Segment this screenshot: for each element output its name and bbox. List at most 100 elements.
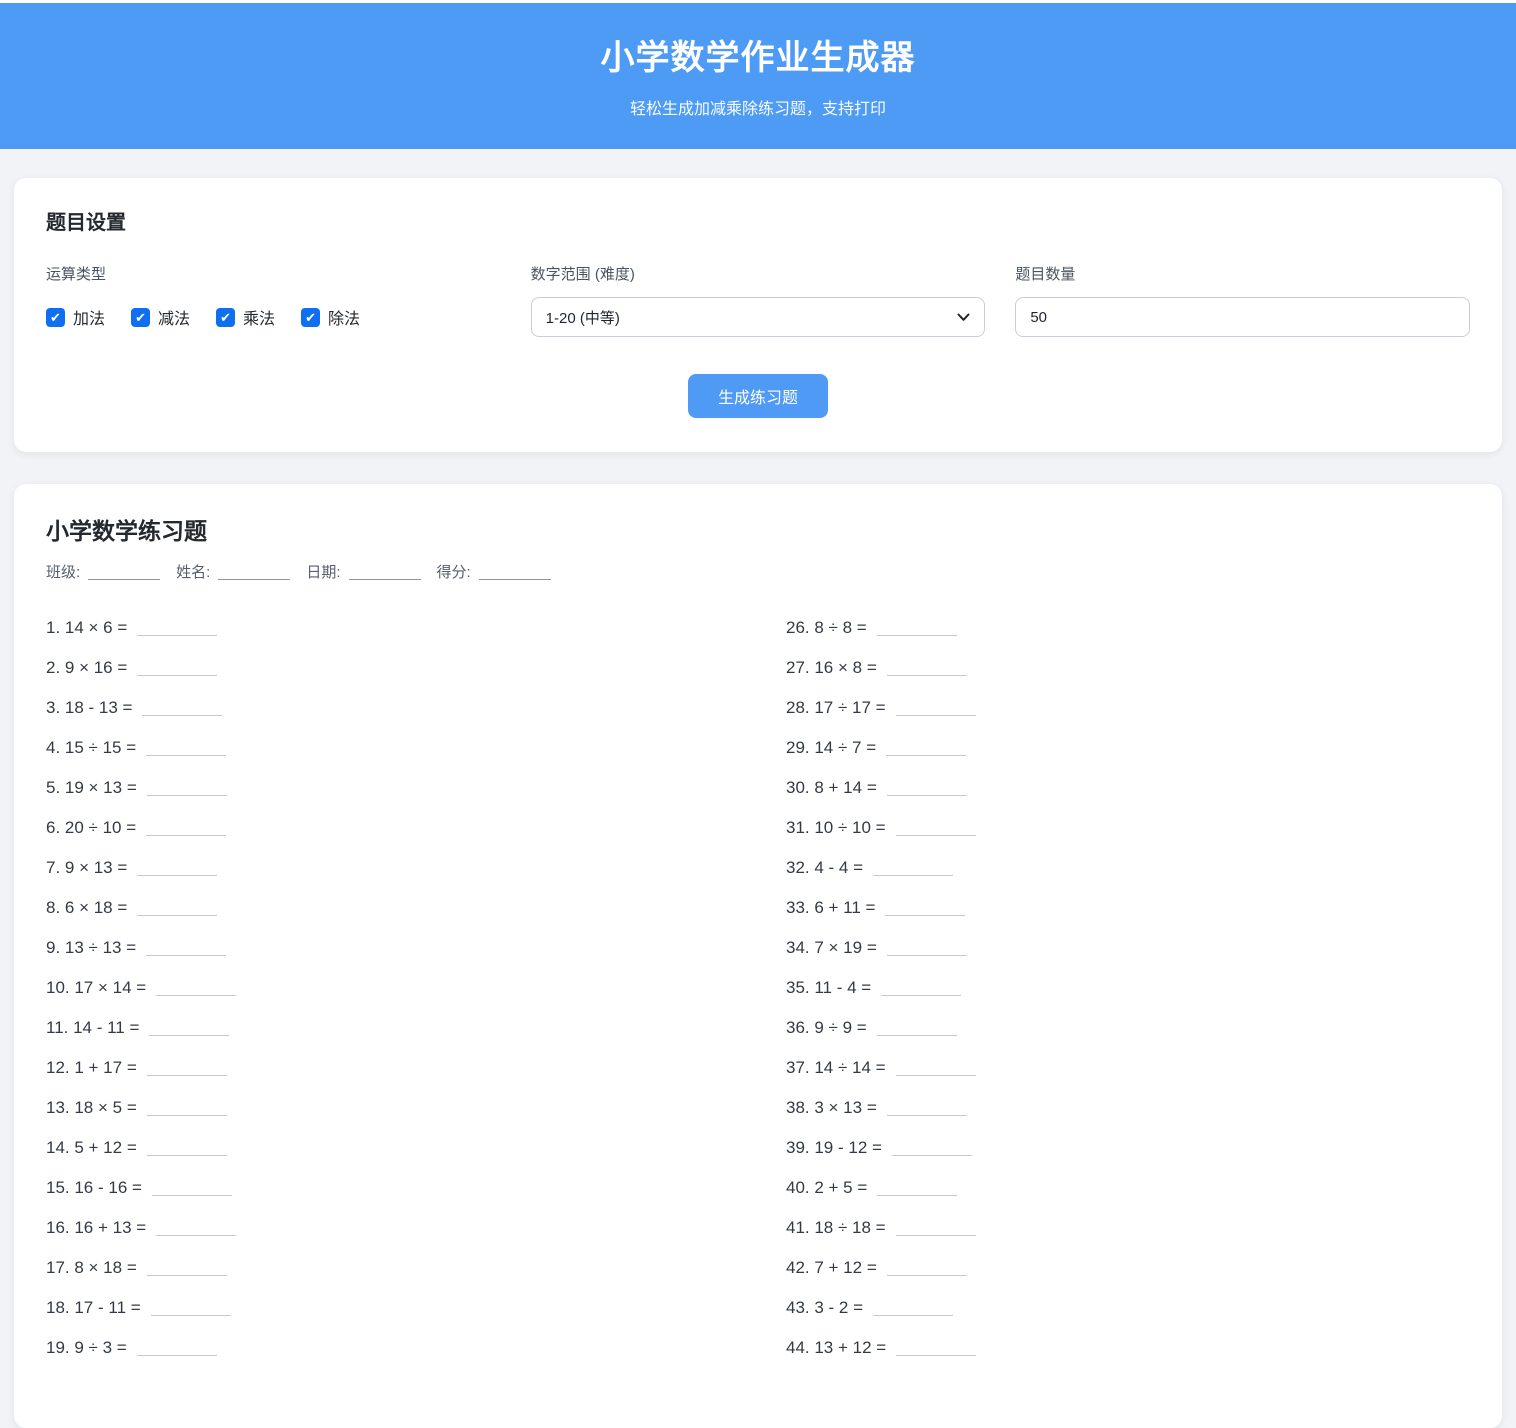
- settings-heading: 题目设置: [46, 206, 1470, 235]
- answer-blank: [147, 1275, 227, 1276]
- problem-item: 1. 14 × 6 =: [46, 608, 786, 648]
- generate-button[interactable]: 生成练习题: [688, 374, 828, 418]
- checkbox-checked-icon[interactable]: ✔: [46, 308, 65, 327]
- answer-blank: [151, 1315, 231, 1316]
- answer-blank: [137, 915, 217, 916]
- problem-item: 11. 14 - 11 =: [46, 1008, 786, 1048]
- answer-blank: [156, 995, 236, 996]
- answer-blank: [142, 715, 222, 716]
- problem-item: 41. 18 ÷ 18 =: [786, 1208, 1470, 1248]
- problems-column-left: 1. 14 × 6 =2. 9 × 16 =3. 18 - 13 =4. 15 …: [46, 608, 786, 1368]
- answer-blank: [147, 1115, 227, 1116]
- main-container: 题目设置 运算类型 ✔ 加法 ✔ 减法 ✔乘法 ✔除法 数字范围 (难度) 1-20 (中…: [0, 178, 1516, 1428]
- problem-item: 27. 16 × 8 =: [786, 648, 1470, 688]
- app-header: 小学数学作业生成器 轻松生成加减乘除练习题，支持打印: [0, 3, 1516, 149]
- answer-blank: [886, 755, 966, 756]
- problem-text: 19. 9 ÷ 3 =: [46, 1338, 127, 1357]
- problem-text: 26. 8 ÷ 8 =: [786, 618, 867, 637]
- problem-item: 39. 19 - 12 =: [786, 1128, 1470, 1168]
- operation-checkbox-label: 加法: [73, 305, 105, 329]
- operation-checkbox-1[interactable]: ✔ 减法: [131, 305, 190, 329]
- range-select-value: 1-20 (中等): [546, 307, 620, 328]
- settings-form: 运算类型 ✔ 加法 ✔ 减法 ✔乘法 ✔除法 数字范围 (难度) 1-20 (中等) 题目…: [46, 263, 1470, 337]
- operation-type-label: 运算类型: [46, 263, 501, 284]
- problem-item: 10. 17 × 14 =: [46, 968, 786, 1008]
- problem-text: 35. 11 - 4 =: [786, 978, 871, 997]
- problem-text: 12. 1 + 17 =: [46, 1058, 137, 1077]
- answer-blank: [137, 875, 217, 876]
- problem-text: 18. 17 - 11 =: [46, 1298, 141, 1317]
- problem-text: 32. 4 - 4 =: [786, 858, 863, 877]
- problem-text: 8. 6 × 18 =: [46, 898, 127, 917]
- problem-text: 42. 7 + 12 =: [786, 1258, 877, 1277]
- answer-blank: [149, 1035, 229, 1036]
- problem-item: 44. 13 + 12 =: [786, 1328, 1470, 1368]
- operation-checkbox-label: 减法: [158, 305, 190, 329]
- answer-blank: [873, 875, 953, 876]
- answer-blank: [137, 675, 217, 676]
- info-field-label: 得分:: [437, 561, 471, 582]
- answer-blank: [896, 1075, 976, 1076]
- answer-blank: [152, 1195, 232, 1196]
- answer-blank: [887, 1115, 967, 1116]
- problem-text: 17. 8 × 18 =: [46, 1258, 137, 1277]
- answer-blank: [887, 675, 967, 676]
- problem-text: 11. 14 - 11 =: [46, 1018, 139, 1037]
- settings-card: 题目设置 运算类型 ✔ 加法 ✔ 减法 ✔乘法 ✔除法 数字范围 (难度) 1-20 (中…: [14, 178, 1502, 452]
- answer-blank: [147, 795, 227, 796]
- problem-text: 14. 5 + 12 =: [46, 1138, 137, 1157]
- answer-blank: [877, 635, 957, 636]
- info-field-blank: [479, 579, 551, 580]
- problem-text: 2. 9 × 16 =: [46, 658, 127, 677]
- problem-text: 27. 16 × 8 =: [786, 658, 877, 677]
- problem-text: 36. 9 ÷ 9 =: [786, 1018, 867, 1037]
- worksheet-info-field: 日期:: [306, 561, 420, 582]
- info-field-label: 姓名:: [176, 561, 210, 582]
- question-count-input[interactable]: [1015, 297, 1470, 337]
- problem-item: 33. 6 + 11 =: [786, 888, 1470, 928]
- problem-text: 43. 3 - 2 =: [786, 1298, 863, 1317]
- answer-blank: [892, 1155, 972, 1156]
- checkbox-checked-icon[interactable]: ✔: [131, 308, 150, 327]
- problems-grid: 1. 14 × 6 =2. 9 × 16 =3. 18 - 13 =4. 15 …: [46, 608, 1470, 1368]
- operation-type-field: 运算类型 ✔ 加法 ✔ 减法 ✔乘法 ✔除法: [46, 263, 501, 337]
- problem-item: 32. 4 - 4 =: [786, 848, 1470, 888]
- info-field-label: 日期:: [306, 561, 340, 582]
- operation-checkbox-group: ✔ 加法 ✔ 减法 ✔乘法 ✔除法: [46, 297, 501, 337]
- problem-text: 7. 9 × 13 =: [46, 858, 127, 877]
- problem-item: 26. 8 ÷ 8 =: [786, 608, 1470, 648]
- button-row: 生成练习题: [46, 374, 1470, 418]
- problem-text: 13. 18 × 5 =: [46, 1098, 137, 1117]
- app-subtitle: 轻松生成加减乘除练习题，支持打印: [0, 95, 1516, 119]
- question-count-label: 题目数量: [1015, 263, 1470, 284]
- worksheet-info-field: 姓名:: [176, 561, 290, 582]
- operation-checkbox-3[interactable]: ✔除法: [301, 305, 360, 329]
- problem-item: 38. 3 × 13 =: [786, 1088, 1470, 1128]
- checkbox-checked-icon[interactable]: ✔: [216, 308, 235, 327]
- problem-item: 36. 9 ÷ 9 =: [786, 1008, 1470, 1048]
- worksheet-info-field: 得分:: [437, 561, 551, 582]
- info-field-blank: [218, 579, 290, 580]
- answer-blank: [887, 795, 967, 796]
- problem-text: 6. 20 ÷ 10 =: [46, 818, 136, 837]
- operation-checkbox-2[interactable]: ✔乘法: [216, 305, 275, 329]
- range-select[interactable]: 1-20 (中等): [531, 297, 986, 337]
- problem-item: 16. 16 + 13 =: [46, 1208, 786, 1248]
- number-range-label: 数字范围 (难度): [531, 263, 986, 284]
- answer-blank: [885, 915, 965, 916]
- operation-checkbox-0[interactable]: ✔ 加法: [46, 305, 105, 329]
- answer-blank: [881, 995, 961, 996]
- problem-text: 38. 3 × 13 =: [786, 1098, 877, 1117]
- problem-text: 5. 19 × 13 =: [46, 778, 137, 797]
- problem-text: 10. 17 × 14 =: [46, 978, 146, 997]
- problem-text: 28. 17 ÷ 17 =: [786, 698, 886, 717]
- answer-blank: [887, 955, 967, 956]
- problem-item: 31. 10 ÷ 10 =: [786, 808, 1470, 848]
- problem-text: 39. 19 - 12 =: [786, 1138, 882, 1157]
- problem-text: 44. 13 + 12 =: [786, 1338, 886, 1357]
- checkbox-checked-icon[interactable]: ✔: [301, 308, 320, 327]
- problem-text: 40. 2 + 5 =: [786, 1178, 867, 1197]
- problem-item: 30. 8 + 14 =: [786, 768, 1470, 808]
- problem-text: 29. 14 ÷ 7 =: [786, 738, 876, 757]
- number-range-field: 数字范围 (难度) 1-20 (中等): [531, 263, 986, 337]
